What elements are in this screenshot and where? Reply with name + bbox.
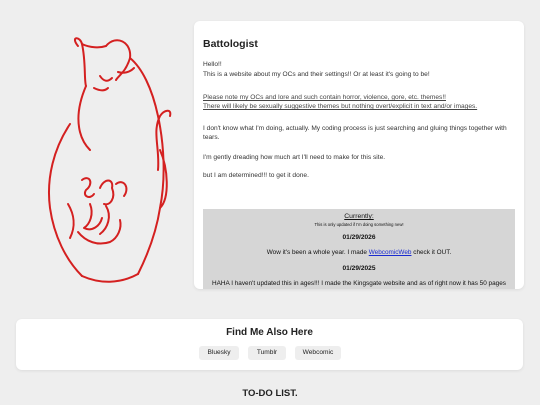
update-text: HAHA I haven't updated this in ages!!! I… xyxy=(212,280,506,289)
webcomicweb-link[interactable]: WebcomicWeb xyxy=(369,249,412,256)
update-text: Wow it's been a whole year. I made Webco… xyxy=(266,249,452,256)
tumblr-link-button[interactable]: Tumblr xyxy=(248,346,286,360)
webcomic-link-button[interactable]: Webcomic xyxy=(295,346,341,360)
about-card: Battologist Hello!! This is a website ab… xyxy=(194,21,524,289)
find-me-card: Find Me Also Here Bluesky Tumblr Webcomi… xyxy=(16,319,523,370)
paragraph-coding: I don't know what I'm doing, actually. M… xyxy=(203,125,507,141)
paragraph-art: I'm gently dreading how much art I'll ne… xyxy=(203,154,386,161)
todo-heading: TO-DO LIST. xyxy=(242,388,298,399)
intro-text: This is a website about my OCs and their… xyxy=(203,71,430,78)
site-title: Battologist xyxy=(203,38,258,50)
content-warning-2: There will likely be sexually suggestive… xyxy=(203,103,478,110)
update-date: 01/29/2026 xyxy=(342,234,376,241)
paragraph-determined: but I am determined!!! to get it done. xyxy=(203,172,309,179)
greeting-text: Hello!! xyxy=(203,61,222,68)
find-me-title: Find Me Also Here xyxy=(226,327,313,338)
updates-box: Currently: This is only updated if I'm d… xyxy=(203,209,515,289)
rat-sketch-image xyxy=(48,37,172,283)
update-date: 01/29/2025 xyxy=(342,265,376,272)
updates-title: Currently: xyxy=(344,213,374,220)
bluesky-link-button[interactable]: Bluesky xyxy=(199,346,239,360)
updates-subtitle: This is only updated if I'm doing someth… xyxy=(314,222,404,227)
content-warning-1: Please note my OCs and lore and such con… xyxy=(203,94,446,101)
